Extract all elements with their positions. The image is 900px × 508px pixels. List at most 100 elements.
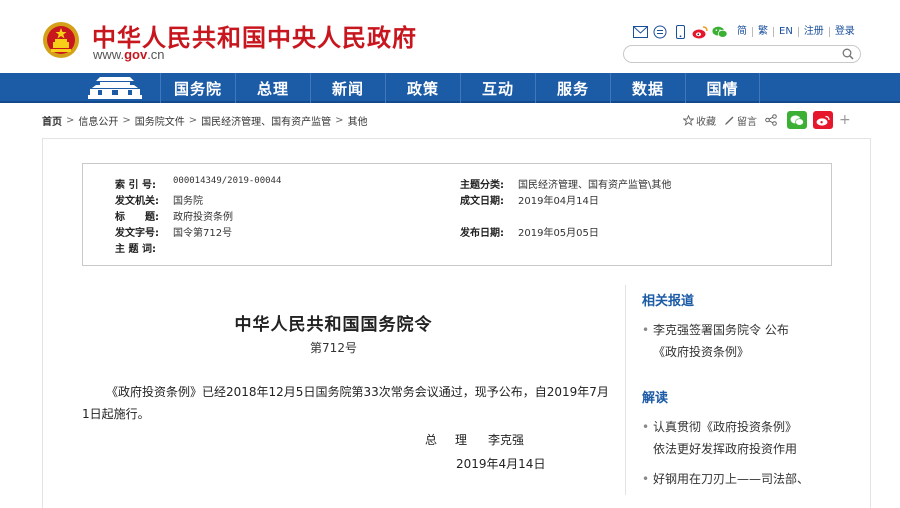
wechat-icon[interactable] [712, 24, 728, 40]
search-input[interactable] [623, 45, 861, 63]
national-emblem-icon[interactable] [42, 20, 80, 60]
chat-icon[interactable] [652, 24, 668, 40]
meta-row-title: 标 题: 政府投资条例 [115, 208, 233, 223]
bullet: • [642, 323, 650, 337]
mobile-icon[interactable] [672, 24, 688, 40]
lang-simplified-link[interactable]: 简 [732, 27, 753, 37]
meta-label: 索 引 号: [115, 180, 156, 191]
signatory-name: 李克强 [488, 433, 525, 447]
related-reports-heading[interactable]: 相关报道 [642, 290, 862, 309]
register-link[interactable]: 注册 [799, 27, 830, 37]
pencil-icon [725, 116, 734, 125]
list-item[interactable]: 《政府投资条例》 [642, 341, 862, 363]
favorite-button[interactable]: 收藏 [683, 113, 716, 128]
site-header: 中华人民共和国中央人民政府 www.gov.cn 简 繁 EN 注册 登录 [0, 0, 900, 73]
meta-value: 2019年05月05日 [518, 228, 599, 239]
search-icon[interactable] [842, 48, 854, 60]
wechat-icon [790, 115, 804, 126]
header-tools: 简 繁 EN 注册 登录 [632, 22, 860, 42]
list-item[interactable]: 依法更好发挥政府投资作用 [642, 438, 809, 460]
weibo-share-button[interactable] [813, 111, 833, 129]
nav-item-state-council[interactable]: 国务院 [160, 73, 235, 103]
signature-date: 2019年4月14日 [456, 457, 546, 471]
sidebar: 相关报道 • 李克强签署国务院令 公布 《政府投资条例》 解读 • 认真贯彻《政… [642, 290, 862, 486]
meta-label: 主题分类: [460, 180, 504, 191]
meta-row-subject: 主题分类: 国民经济管理、国有资产监管\其他 [460, 176, 671, 191]
meta-row-published: 发布日期: 2019年05月05日 [460, 224, 599, 239]
breadcrumb-other[interactable]: 其他 [348, 113, 368, 128]
domain-main: gov [124, 47, 148, 62]
column-divider [625, 285, 626, 495]
nav-item-data[interactable]: 数据 [610, 73, 685, 103]
nav-item-service[interactable]: 服务 [535, 73, 610, 103]
interpret-link-text: 好钢用在刀刃上——司法部、 [653, 472, 810, 486]
nav-item-policy[interactable]: 政策 [385, 73, 460, 103]
meta-row-created: 成文日期: 2019年04月14日 [460, 192, 599, 207]
list-item[interactable]: • 认真贯彻《政府投资条例》 [642, 416, 809, 438]
nav-item-national-info[interactable]: 国情 [685, 73, 760, 103]
meta-value: 国民经济管理、国有资产监管\其他 [518, 180, 672, 191]
meta-label: 成文日期: [460, 196, 504, 207]
breadcrumb-separator: > [188, 115, 198, 126]
nav-item-interaction[interactable]: 互动 [460, 73, 535, 103]
nav-item-news[interactable]: 新闻 [310, 73, 385, 103]
meta-value: 000014349/2019-00044 [173, 176, 282, 186]
meta-row-docno: 发文字号: 国令第712号 [115, 224, 232, 239]
breadcrumb-separator: > [66, 115, 75, 126]
meta-label: 主 题 词: [115, 244, 156, 255]
breadcrumb-economy[interactable]: 国民经济管理、国有资产监管 [201, 113, 331, 128]
meta-row-agency: 发文机关: 国务院 [115, 192, 203, 207]
tiananmen-icon[interactable] [84, 76, 146, 100]
meta-value: 政府投资条例 [173, 212, 233, 223]
meta-value: 国务院 [173, 196, 203, 207]
lang-english-link[interactable]: EN [774, 27, 799, 37]
document-body: 《政府投资条例》已经2018年12月5日国务院第33次常务会议通过，现予公布，自… [82, 385, 609, 421]
bullet: • [642, 472, 650, 486]
document-metadata-table: 索 引 号: 000014349/2019-00044 发文机关: 国务院 标 … [82, 163, 832, 266]
meta-row-keywords: 主 题 词: [115, 240, 173, 255]
related-link-text: 李克强签署国务院令 公布 [653, 323, 789, 337]
signatory-title: 总 理 [425, 433, 471, 447]
wechat-share-button[interactable] [787, 111, 807, 129]
domain-prefix: www. [93, 47, 125, 62]
breadcrumb: 首页 > 信息公开 > 国务院文件 > 国民经济管理、国有资产监管 > 其他 [42, 113, 368, 128]
document-number: 第712号 [310, 341, 357, 355]
weibo-icon [816, 115, 830, 126]
meta-label: 发文字号: [115, 228, 159, 239]
list-item[interactable]: • 好钢用在刀刃上——司法部、 [642, 468, 809, 490]
meta-value: 2019年04月14日 [518, 196, 599, 207]
breadcrumb-info-public[interactable]: 信息公开 [78, 113, 118, 128]
weibo-icon[interactable] [692, 24, 708, 40]
more-share-icon[interactable]: + [839, 112, 851, 128]
interpretation-section: 解读 • 认真贯彻《政府投资条例》 依法更好发挥政府投资作用 • 好钢用在刀刃上… [642, 387, 809, 490]
breadcrumb-home[interactable]: 首页 [42, 113, 62, 128]
meta-value: 国令第712号 [173, 228, 233, 239]
lang-traditional-link[interactable]: 繁 [753, 27, 774, 37]
mail-icon[interactable] [632, 24, 648, 40]
meta-label: 标 题: [115, 212, 159, 223]
comment-label: 留言 [737, 116, 757, 128]
site-domain[interactable]: www.gov.cn [93, 47, 165, 62]
meta-row-index: 索 引 号: 000014349/2019-00044 [115, 176, 281, 191]
favorite-label: 收藏 [696, 116, 716, 128]
main-nav: 国务院 总理 新闻 政策 互动 服务 数据 国情 [0, 73, 900, 103]
nav-item-premier[interactable]: 总理 [235, 73, 310, 103]
meta-label: 发布日期: [460, 228, 504, 239]
interpret-link-text: 依法更好发挥政府投资作用 [653, 442, 798, 456]
document-title: 中华人民共和国国务院令 [234, 315, 433, 335]
list-item[interactable]: • 李克强签署国务院令 公布 [642, 319, 862, 341]
related-link-text: 《政府投资条例》 [653, 345, 750, 359]
meta-label: 发文机关: [115, 196, 159, 207]
login-link[interactable]: 登录 [830, 27, 860, 37]
interpret-link-text: 认真贯彻《政府投资条例》 [653, 420, 798, 434]
breadcrumb-separator: > [122, 115, 131, 126]
comment-button[interactable]: 留言 [724, 113, 757, 128]
share-bar: 收藏 留言 + [683, 110, 851, 130]
star-icon [683, 114, 694, 126]
domain-suffix: .cn [147, 47, 165, 62]
share-button[interactable] [765, 114, 779, 126]
share-icon [765, 114, 777, 126]
breadcrumb-state-council-docs[interactable]: 国务院文件 [135, 113, 185, 128]
interpretation-heading[interactable]: 解读 [642, 387, 809, 406]
bullet: • [642, 420, 650, 434]
